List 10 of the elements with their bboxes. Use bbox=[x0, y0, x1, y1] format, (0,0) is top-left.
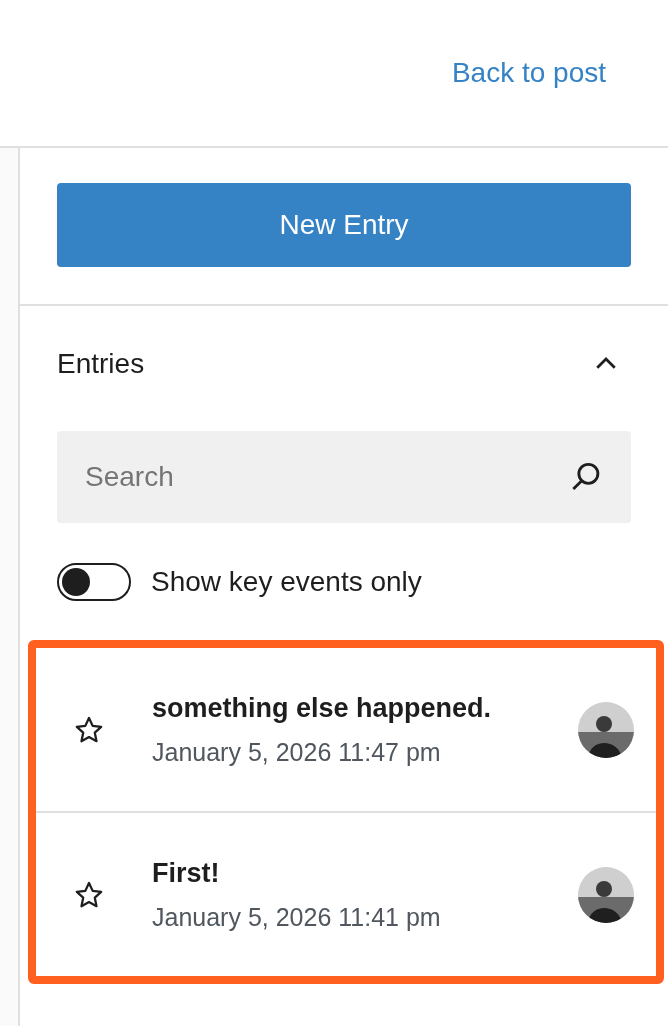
entry-date: January 5, 2026 11:41 pm bbox=[152, 902, 442, 933]
toggle-switch[interactable] bbox=[57, 563, 131, 601]
entry-title[interactable]: First! bbox=[152, 852, 532, 893]
new-entry-button[interactable]: New Entry bbox=[57, 183, 631, 267]
toggle-label: Show key events only bbox=[151, 565, 422, 599]
entry-date: January 5, 2026 11:47 pm bbox=[152, 737, 442, 768]
search-field[interactable]: Search bbox=[57, 431, 631, 523]
panel-title: Entries bbox=[57, 347, 145, 381]
back-link[interactable]: Back to post bbox=[451, 52, 606, 94]
entry-title[interactable]: something else happened. bbox=[152, 687, 532, 728]
